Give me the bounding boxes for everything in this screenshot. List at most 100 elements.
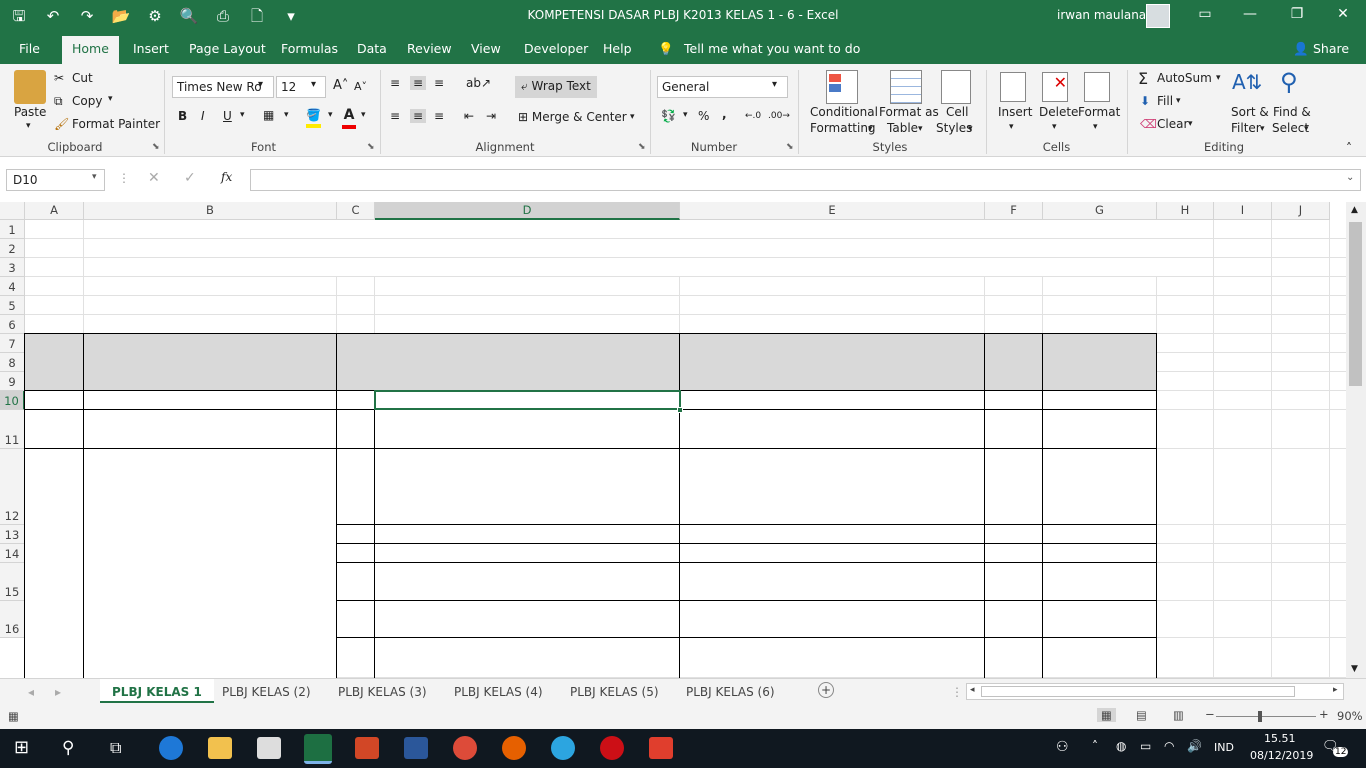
app-icon[interactable] (649, 737, 673, 759)
telegram-icon[interactable] (551, 736, 575, 760)
close-icon[interactable]: ✕ (1328, 6, 1358, 22)
scroll-up-icon[interactable]: ▲ (1351, 205, 1358, 215)
chevron-down-icon[interactable]: ▾ (240, 110, 245, 120)
scroll-thumb[interactable] (1349, 222, 1362, 386)
row-header-16[interactable]: 16 (0, 601, 25, 638)
open-icon[interactable]: 📂 (110, 7, 132, 25)
people-icon[interactable]: ⚇ (1056, 739, 1069, 755)
print-preview-icon[interactable]: 🔍 (178, 7, 200, 25)
underline-button[interactable]: U (223, 109, 232, 123)
scroll-tabs-right-icon[interactable]: ▸ (55, 685, 61, 699)
customize-qat-icon[interactable]: ▾ (280, 7, 302, 25)
alignment-launcher-icon[interactable]: ⬊ (638, 142, 646, 152)
insert-button[interactable]: Insert (998, 105, 1032, 119)
chevron-down-icon[interactable]: ▾ (1188, 119, 1193, 129)
cut-button[interactable]: Cut (72, 71, 93, 85)
enter-icon[interactable]: ✓ (184, 170, 196, 186)
conditional-formatting-label[interactable]: Conditional (810, 105, 878, 119)
sheet-tab-kelas-5[interactable]: PLBJ KELAS (5) (570, 685, 659, 699)
zoom-level[interactable]: 90% (1337, 709, 1363, 723)
column-header-f[interactable]: F (985, 202, 1043, 220)
wifi-icon[interactable]: ◠ (1164, 739, 1174, 753)
column-header-g[interactable]: G (1043, 202, 1157, 220)
share-button[interactable]: Share (1313, 41, 1349, 56)
zoom-slider[interactable] (1216, 716, 1316, 717)
number-launcher-icon[interactable]: ⬊ (786, 142, 794, 152)
chevron-down-icon[interactable]: ▾ (968, 124, 973, 134)
tab-review[interactable]: Review (407, 41, 452, 56)
column-header-j[interactable]: J (1272, 202, 1330, 220)
chrome-icon[interactable] (453, 736, 477, 760)
decrease-decimal-icon[interactable]: .00→ (768, 111, 790, 121)
currency-icon[interactable]: 💱 (661, 109, 676, 123)
format-cells-icon[interactable] (1084, 72, 1110, 102)
increase-indent-icon[interactable]: ⇥ (486, 109, 496, 123)
sort-filter-icon[interactable]: A⇅ (1232, 70, 1262, 94)
edge-icon[interactable] (159, 736, 183, 760)
chevron-down-icon[interactable]: ▾ (92, 172, 97, 182)
volume-icon[interactable]: 🔊 (1187, 739, 1202, 753)
increase-font-icon[interactable]: A˄ (333, 78, 348, 93)
row-header-11[interactable]: 11 (0, 410, 25, 449)
network-globe-icon[interactable]: ◍ (1116, 739, 1126, 753)
page-break-view-icon[interactable]: ▥ (1173, 708, 1184, 722)
copy-button[interactable]: Copy (72, 94, 102, 108)
clock-time[interactable]: 15.51 (1264, 732, 1296, 745)
user-name[interactable]: irwan maulana (1057, 8, 1146, 22)
cancel-icon[interactable]: ✕ (148, 170, 160, 186)
format-painter-button[interactable]: Format Painter (72, 117, 160, 131)
row-header-8[interactable]: 8 (0, 353, 25, 372)
autosum-button[interactable]: AutoSum (1157, 71, 1212, 85)
chevron-down-icon[interactable]: ▾ (683, 110, 688, 120)
row-header-5[interactable]: 5 (0, 296, 25, 315)
chevron-down-icon[interactable]: ▾ (1176, 96, 1181, 106)
tell-me-search[interactable]: Tell me what you want to do (684, 41, 860, 56)
row-header-9[interactable]: 9 (0, 372, 25, 391)
percent-button[interactable]: % (698, 109, 709, 123)
expand-formula-icon[interactable]: ⌄ (1346, 172, 1354, 183)
column-header-i[interactable]: I (1214, 202, 1272, 220)
chevron-down-icon[interactable]: ▾ (1009, 122, 1014, 132)
row-header-4[interactable]: 4 (0, 277, 25, 296)
borders-icon[interactable]: ▦ (263, 108, 274, 122)
scroll-down-icon[interactable]: ▼ (1351, 664, 1358, 674)
chevron-down-icon[interactable]: ▾ (1304, 124, 1309, 134)
conditional-formatting-icon[interactable] (826, 70, 858, 104)
worksheet-grid[interactable]: ABCDEFGHIJ 1 2 3 4 5 6 7 8 9 10 11 12 13 14 15 16 (0, 202, 1346, 678)
ribbon-display-icon[interactable]: ▭ (1190, 6, 1220, 22)
zoom-out-icon[interactable]: − (1205, 707, 1215, 721)
name-box[interactable]: D10 (6, 169, 105, 191)
merge-center-button[interactable]: ⊞ Merge & Center (518, 110, 627, 124)
chevron-down-icon[interactable]: ▾ (1216, 73, 1221, 83)
chevron-down-icon[interactable]: ▾ (1093, 122, 1098, 132)
row-header-15[interactable]: 15 (0, 563, 25, 601)
tab-page-layout[interactable]: Page Layout (189, 41, 266, 56)
paste-dropdown-icon[interactable]: ▾ (26, 121, 31, 131)
selected-cell-d10[interactable] (374, 390, 681, 410)
quick-icon[interactable]: ⚙ (144, 7, 166, 25)
cell-styles-label2[interactable]: Styles (936, 121, 972, 135)
row-header-1[interactable]: 1 (0, 220, 25, 239)
input-language[interactable]: IND (1214, 741, 1234, 754)
font-color-icon[interactable]: A (342, 107, 356, 129)
tab-view[interactable]: View (471, 41, 501, 56)
row-header-12[interactable]: 12 (0, 449, 25, 525)
excel-icon[interactable] (304, 734, 332, 764)
select-all-corner[interactable] (0, 202, 25, 220)
scroll-tabs-left-icon[interactable]: ◂ (28, 685, 34, 699)
row-header-2[interactable]: 2 (0, 239, 25, 258)
column-header-e[interactable]: E (680, 202, 985, 220)
column-header-d[interactable]: D (375, 202, 680, 220)
windows-start-icon[interactable]: ⊞ (14, 737, 29, 758)
row-header-6[interactable]: 6 (0, 315, 25, 334)
tab-developer[interactable]: Developer (524, 41, 588, 56)
merged-ki3-cell[interactable] (25, 449, 337, 678)
page-layout-view-icon[interactable]: ▤ (1136, 708, 1147, 722)
sheet-tab-kelas-4[interactable]: PLBJ KELAS (4) (454, 685, 543, 699)
collapse-ribbon-icon[interactable]: ˄ (1346, 141, 1352, 155)
font-launcher-icon[interactable]: ⬊ (367, 142, 375, 152)
sheet-tab-kelas-1[interactable]: PLBJ KELAS 1 (100, 679, 214, 703)
delete-button[interactable]: Delete (1039, 105, 1078, 119)
sheet-tab-kelas-2[interactable]: PLBJ KELAS (2) (222, 685, 311, 699)
tab-formulas[interactable]: Formulas (281, 41, 338, 56)
